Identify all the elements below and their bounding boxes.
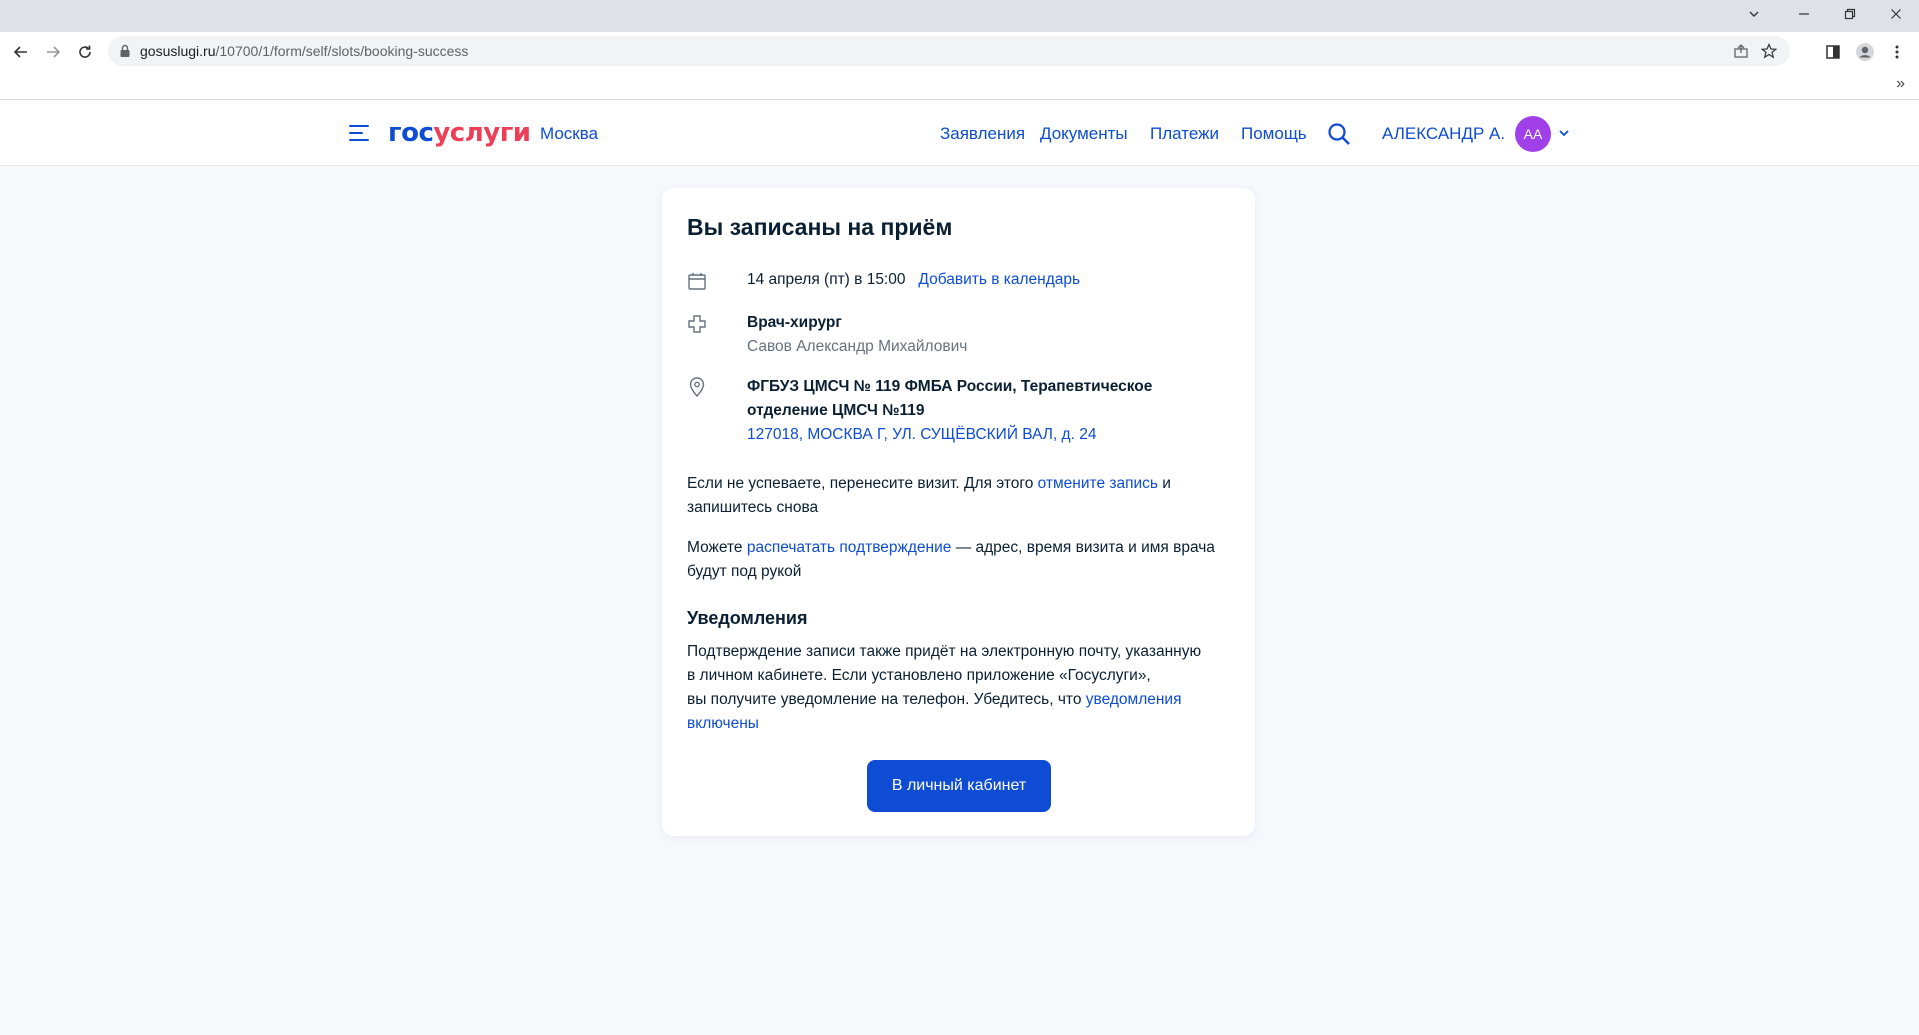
browser-titlebar — [0, 0, 1919, 32]
notifications-heading: Уведомления — [687, 608, 808, 628]
nav-help[interactable]: Помощь — [1241, 124, 1307, 144]
personal-account-button[interactable]: В личный кабинет — [867, 760, 1051, 812]
site-header: госуслуги Москва Заявления Документы Пла… — [0, 101, 1919, 166]
doctor-name: Савов Александр Михайлович — [747, 338, 968, 355]
lock-icon — [120, 44, 130, 57]
bookmarks-more-button[interactable]: » — [1896, 75, 1905, 93]
search-icon[interactable] — [1327, 122, 1351, 146]
user-name[interactable]: АЛЕКСАНДР А. — [1382, 124, 1505, 144]
medical-cross-icon — [687, 314, 707, 334]
clinic-name-line1: ФГБУЗ ЦМСЧ № 119 ФМБА России, Терапевтич… — [747, 378, 1153, 395]
booking-success-card: Вы записаны на приём 14 апреля (пт) в 15… — [662, 188, 1255, 836]
browser-menu-icon[interactable] — [1882, 37, 1912, 67]
url-text: gosuslugi.ru/10700/1/form/self/slots/boo… — [140, 43, 468, 59]
nav-documents[interactable]: Документы — [1040, 124, 1128, 144]
restore-icon[interactable] — [1827, 0, 1873, 28]
nav-payments[interactable]: Платежи — [1150, 124, 1219, 144]
back-icon[interactable] — [6, 37, 36, 67]
print-text: Можете распечатать подтверждение — адрес… — [687, 539, 1215, 580]
reload-icon[interactable] — [70, 37, 100, 67]
clinic-name-line2: отделение ЦМСЧ №119 — [747, 402, 925, 419]
city-selector[interactable]: Москва — [540, 124, 598, 144]
close-window-icon[interactable] — [1873, 0, 1919, 28]
notifications-settings-link-cont[interactable]: включены — [687, 715, 759, 732]
url-path: /10700/1/form/self/slots/booking-success — [215, 43, 469, 59]
menu-icon[interactable] — [349, 125, 369, 143]
forward-icon[interactable] — [38, 37, 68, 67]
page-title: Вы записаны на приём — [687, 214, 953, 240]
calendar-icon — [687, 271, 707, 291]
minimize-icon[interactable] — [1781, 0, 1827, 28]
location-pin-icon — [687, 377, 707, 398]
clinic-address-link[interactable]: 127018, МОСКВА Г, УЛ. СУЩЁВСКИЙ ВАЛ, д. … — [747, 423, 1096, 447]
profile-icon[interactable] — [1850, 37, 1880, 67]
gosuslugi-logo[interactable]: госуслуги — [388, 118, 531, 148]
tab-search-dropdown-icon[interactable] — [1734, 0, 1774, 28]
chevron-down-icon[interactable] — [1557, 126, 1571, 140]
print-confirmation-link[interactable]: распечатать подтверждение — [747, 539, 952, 556]
doctor-specialty: Врач-хирург — [747, 314, 842, 331]
appointment-datetime: 14 апреля (пт) в 15:00 Добавить в календ… — [747, 268, 1080, 292]
url-domain: gosuslugi.ru — [140, 43, 216, 59]
side-panel-icon[interactable] — [1818, 37, 1848, 67]
notifications-text: Подтверждение записи также придёт на эле… — [687, 643, 1202, 732]
address-bar[interactable]: gosuslugi.ru/10700/1/form/self/slots/boo… — [108, 36, 1790, 66]
nav-applications[interactable]: Заявления — [940, 124, 1025, 144]
avatar[interactable]: АА — [1515, 116, 1551, 152]
cancel-booking-link[interactable]: отмените запись — [1038, 475, 1158, 492]
share-icon[interactable] — [1732, 42, 1750, 60]
bookmarks-bar: » — [0, 70, 1919, 100]
bookmark-star-icon[interactable] — [1760, 42, 1778, 60]
appointment-date: 14 апреля (пт) в 15:00 — [747, 271, 906, 288]
reschedule-text: Если не успеваете, перенесите визит. Для… — [687, 475, 1171, 516]
browser-toolbar: gosuslugi.ru/10700/1/form/self/slots/boo… — [0, 32, 1919, 70]
add-to-calendar-link[interactable]: Добавить в календарь — [918, 271, 1080, 288]
notifications-settings-link[interactable]: уведомления — [1086, 691, 1182, 708]
